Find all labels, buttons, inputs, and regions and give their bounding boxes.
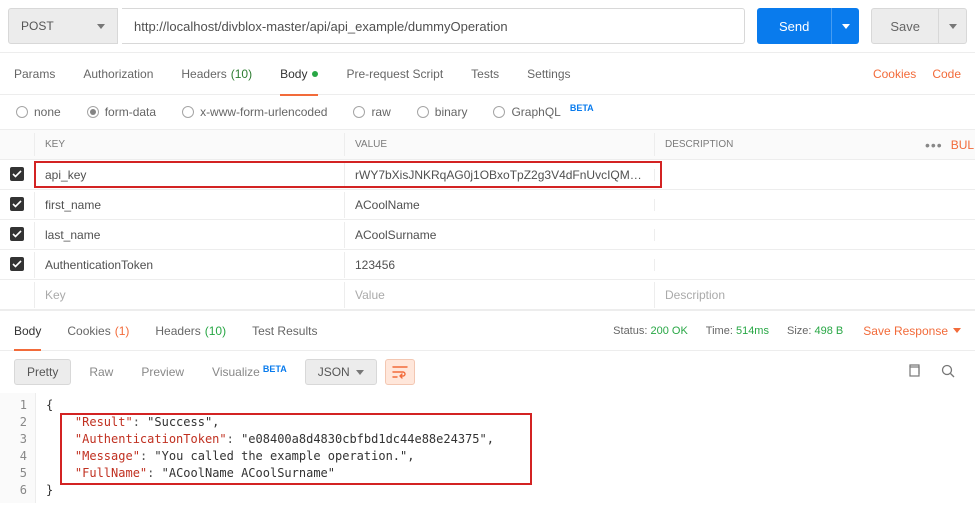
col-key: KEY	[34, 133, 344, 156]
tab-body[interactable]: Body	[280, 53, 318, 95]
search-icon[interactable]	[935, 364, 961, 381]
tab-tests[interactable]: Tests	[471, 53, 499, 95]
save-response-button[interactable]: Save Response	[863, 324, 961, 338]
visualize-button[interactable]: VisualizeBETA	[202, 359, 297, 385]
col-description: DESCRIPTION	[654, 133, 915, 156]
line-gutter: 123456	[0, 393, 36, 503]
col-value: VALUE	[344, 133, 654, 156]
resp-tab-test-results[interactable]: Test Results	[252, 311, 317, 351]
json-code[interactable]: { "Result": "Success", "AuthenticationTo…	[36, 393, 504, 503]
save-button[interactable]: Save	[871, 8, 939, 44]
checkbox-icon[interactable]	[10, 227, 24, 241]
method-value: POST	[21, 19, 54, 33]
body-type-row: none form-data x-www-form-urlencoded raw…	[0, 95, 975, 130]
response-toolbar: Pretty Raw Preview VisualizeBETA JSON	[0, 350, 975, 393]
wrap-lines-button[interactable]	[385, 359, 415, 385]
checkbox-icon[interactable]	[10, 197, 24, 211]
indicator-dot-icon	[312, 71, 318, 77]
table-row[interactable]: first_name ACoolName	[0, 190, 975, 220]
chevron-down-icon	[949, 24, 957, 29]
chevron-down-icon	[953, 328, 961, 333]
tab-prerequest[interactable]: Pre-request Script	[346, 53, 443, 95]
radio-binary[interactable]: binary	[417, 105, 468, 119]
cookies-link[interactable]: Cookies	[873, 67, 916, 81]
chevron-down-icon	[356, 370, 364, 375]
tab-params[interactable]: Params	[14, 53, 55, 95]
status-label: Status: 200 OK	[613, 325, 688, 337]
request-tabs: Params Authorization Headers (10) Body P…	[0, 53, 975, 95]
pretty-button[interactable]: Pretty	[14, 359, 71, 385]
response-tabs: Body Cookies (1) Headers (10) Test Resul…	[0, 310, 975, 350]
save-dropdown-button[interactable]	[939, 8, 967, 44]
table-row[interactable]: api_key rWY7bXisJNKRqAG0j1OBxoTpZ2g3V4dF…	[0, 160, 975, 190]
radio-raw[interactable]: raw	[353, 105, 390, 119]
bulk-edit-link[interactable]: Bulk Edit	[951, 138, 975, 152]
tab-body-label: Body	[280, 67, 307, 81]
method-select[interactable]: POST	[8, 8, 118, 44]
tab-authorization[interactable]: Authorization	[83, 53, 153, 95]
tab-settings[interactable]: Settings	[527, 53, 570, 95]
chevron-down-icon	[842, 24, 850, 29]
resp-tab-headers[interactable]: Headers (10)	[155, 311, 226, 351]
raw-button[interactable]: Raw	[79, 359, 123, 385]
code-link[interactable]: Code	[932, 67, 961, 81]
checkbox-icon[interactable]	[10, 257, 24, 271]
chevron-down-icon	[97, 24, 105, 29]
url-input[interactable]	[122, 8, 745, 44]
response-body[interactable]: 123456 { "Result": "Success", "Authentic…	[0, 393, 975, 503]
copy-icon[interactable]	[901, 364, 927, 381]
time-label: Time: 514ms	[706, 325, 769, 337]
tab-headers-count: (10)	[231, 67, 252, 81]
preview-button[interactable]: Preview	[131, 359, 194, 385]
url-bar: POST Send Save	[0, 0, 975, 53]
send-dropdown-button[interactable]	[831, 8, 859, 44]
table-row-new[interactable]: Key Value Description	[0, 280, 975, 310]
radio-graphql[interactable]: GraphQLBETA	[493, 105, 593, 119]
size-label: Size: 498 B	[787, 325, 843, 337]
more-options-icon[interactable]: •••	[925, 137, 943, 153]
tab-headers-label: Headers	[181, 67, 226, 81]
checkbox-icon[interactable]	[10, 167, 24, 181]
radio-none[interactable]: none	[16, 105, 61, 119]
format-select[interactable]: JSON	[305, 359, 377, 385]
tab-headers[interactable]: Headers (10)	[181, 53, 252, 95]
resp-tab-body[interactable]: Body	[14, 311, 41, 351]
table-row[interactable]: last_name ACoolSurname	[0, 220, 975, 250]
send-button[interactable]: Send	[757, 8, 831, 44]
radio-xwww[interactable]: x-www-form-urlencoded	[182, 105, 327, 119]
radio-form-data[interactable]: form-data	[87, 105, 156, 119]
form-data-table: KEY VALUE DESCRIPTION ••• Bulk Edit api_…	[0, 130, 975, 310]
resp-tab-cookies[interactable]: Cookies (1)	[67, 311, 129, 351]
table-row[interactable]: AuthenticationToken 123456	[0, 250, 975, 280]
table-header: KEY VALUE DESCRIPTION ••• Bulk Edit	[0, 130, 975, 160]
